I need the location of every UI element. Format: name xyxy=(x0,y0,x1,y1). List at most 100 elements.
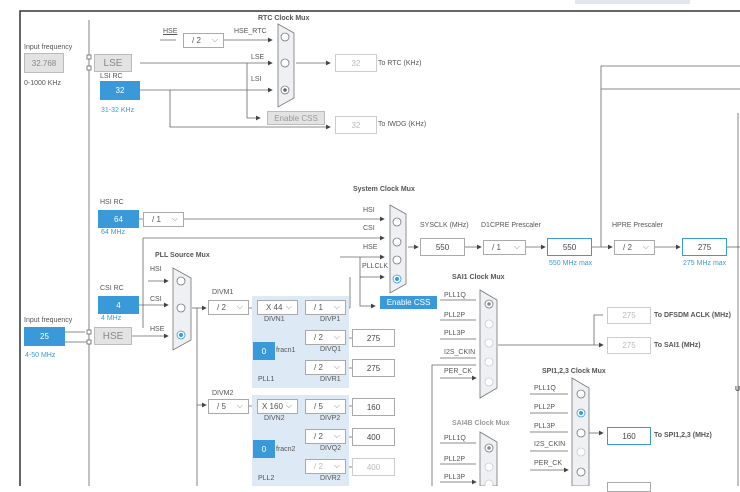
sai1-output-value: 275 xyxy=(607,337,651,354)
fracn2-label: fracn2 xyxy=(276,446,296,453)
divr1-value: / 2 xyxy=(314,363,323,372)
spi-output-label: To SPI1,2,3 (MHz) xyxy=(654,432,712,439)
hse-source-block: HSE xyxy=(94,327,132,345)
spi-radio-i2s xyxy=(576,447,586,457)
rtc-lsi-label: LSI xyxy=(251,76,262,83)
sys-radio-hsi xyxy=(392,217,402,227)
divn1-label: DIVN1 xyxy=(264,316,285,323)
spi-input-per-ck: PER_CK xyxy=(534,460,563,467)
rtc-radio-hse xyxy=(280,32,290,42)
spi-radio-perck xyxy=(576,467,586,477)
hsi-divider-value: / 1 xyxy=(152,215,161,224)
sai4b-input-pll1q: PLL1Q xyxy=(444,435,466,442)
sai1-radio-perck xyxy=(484,377,494,387)
divp2-dropdown[interactable]: / 5 ⌵ xyxy=(305,399,346,414)
chevron-down-icon: ⌵ xyxy=(333,431,340,440)
sys-radio-csi xyxy=(392,237,402,247)
lse-input-frequency-field[interactable]: 32.768 xyxy=(24,53,64,73)
pll2-label: PLL2 xyxy=(258,475,275,482)
d1cpre-dropdown[interactable]: / 1 ⌵ xyxy=(483,240,526,255)
divn1-value: X 44 xyxy=(266,303,283,312)
divq1-value: / 2 xyxy=(314,333,323,342)
next-output-box xyxy=(607,482,651,492)
sai1-mux-title: SAI1 Clock Mux xyxy=(452,274,505,281)
divp1-label: DIVP1 xyxy=(320,316,341,323)
divr2-label: DIVR2 xyxy=(320,475,341,482)
divm1-dropdown[interactable]: / 2 ⌵ xyxy=(208,300,249,315)
hsi-divider-dropdown[interactable]: / 1 ⌵ xyxy=(143,212,184,227)
divp1-value: / 1 xyxy=(314,303,323,312)
hse-input-frequency-field[interactable]: 25 xyxy=(24,327,65,346)
csi-range: 4 MHz xyxy=(101,315,122,322)
sys-mux-input-hse: HSE xyxy=(363,244,378,251)
chevron-down-icon: ⌵ xyxy=(333,461,340,470)
sai1-input-i2s-ckin: I2S_CKIN xyxy=(444,349,476,356)
divp2-value: / 5 xyxy=(314,402,323,411)
divr2-dropdown[interactable]: / 2 ⌵ xyxy=(305,459,346,474)
divr1-dropdown[interactable]: / 2 ⌵ xyxy=(305,360,346,375)
sysclk-value: 550 xyxy=(420,238,465,256)
hpre-dropdown[interactable]: / 2 ⌵ xyxy=(614,240,655,255)
chevron-down-icon: ⌵ xyxy=(211,35,218,44)
dfsdm-output-value: 275 xyxy=(607,307,651,324)
rtc-enable-css-button[interactable]: Enable CSS xyxy=(267,111,325,125)
divn1-dropdown[interactable]: X 44 ⌵ xyxy=(257,300,298,315)
d1cpre-output[interactable]: 550 xyxy=(547,238,592,256)
divp1-dropdown[interactable]: / 1 ⌵ xyxy=(305,300,346,315)
spi-radio-pll3p xyxy=(576,428,586,438)
spi-input-i2s-ckin: I2S_CKIN xyxy=(534,441,566,448)
dfsdm-output-label: To DFSDM ACLK (MHz) xyxy=(654,312,731,319)
rtc-radio-lse xyxy=(280,58,290,68)
system-mux-title: System Clock Mux xyxy=(353,186,415,193)
pll2-r-output: 400 xyxy=(352,458,395,476)
fracn1-field[interactable]: 0 xyxy=(253,342,275,360)
chevron-down-icon: ⌵ xyxy=(333,362,340,371)
hse-input-frequency-label: Input frequency xyxy=(24,317,73,324)
rtc-hse-label: HSE xyxy=(163,28,178,35)
sai1-radio-pll3p xyxy=(484,338,494,348)
pll1-label: PLL1 xyxy=(258,376,275,383)
sai1-output-label: To SAI1 (MHz) xyxy=(654,342,701,349)
divq2-label: DIVQ2 xyxy=(320,445,342,452)
hse-rtc-label: HSE_RTC xyxy=(234,28,267,35)
enable-css-button[interactable]: Enable CSS xyxy=(380,296,437,309)
rtc-hse-divider-dropdown[interactable]: / 2 ⌵ xyxy=(183,33,224,48)
divq1-label: DIVQ1 xyxy=(320,346,342,353)
spi-input-pll3p: PLL3P xyxy=(534,423,556,430)
fracn2-field[interactable]: 0 xyxy=(253,440,275,458)
divn2-dropdown[interactable]: X 160 ⌵ xyxy=(257,399,298,414)
pll-mux-input-csi: CSI xyxy=(150,296,162,303)
fracn1-label: fracn1 xyxy=(276,347,296,354)
sysclk-label: SYSCLK (MHz) xyxy=(420,222,469,229)
csi-value: 4 xyxy=(98,296,139,314)
chevron-down-icon: ⌵ xyxy=(642,242,649,251)
hpre-value: / 2 xyxy=(623,243,632,252)
divq2-value: / 2 xyxy=(314,432,323,441)
sai1-input-pll1q: PLL1Q xyxy=(444,292,466,299)
lsi-label: LSI RC xyxy=(100,73,123,80)
chevron-down-icon: ⌵ xyxy=(333,332,340,341)
chevron-down-icon: ⌵ xyxy=(333,302,340,311)
chevron-down-icon: ⌵ xyxy=(333,401,340,410)
d1cpre-max: 550 MHz max xyxy=(549,260,593,267)
chevron-down-icon: ⌵ xyxy=(236,401,243,410)
sys-radio-hse xyxy=(392,255,402,265)
sai1-input-pll3p: PLL3P xyxy=(444,330,466,337)
spi-mux-title: SPI1,2,3 Clock Mux xyxy=(542,368,606,375)
spi-output-value[interactable]: 160 xyxy=(607,427,651,445)
sai4b-input-pll2p: PLL2P xyxy=(444,456,466,463)
rtc-output-label: To RTC (KHz) xyxy=(378,60,422,67)
sys-mux-input-pllclk: PLLCLK xyxy=(362,263,389,270)
divq2-dropdown[interactable]: / 2 ⌵ xyxy=(305,429,346,444)
sys-mux-input-csi: CSI xyxy=(363,225,375,232)
pll2-p-output: 160 xyxy=(352,398,395,416)
lsi-value: 32 xyxy=(100,81,140,100)
pll-radio-hsi xyxy=(176,276,186,286)
divm2-dropdown[interactable]: / 5 ⌵ xyxy=(208,399,249,414)
hpre-output[interactable]: 275 xyxy=(682,238,727,256)
partial-label: U xyxy=(735,386,740,393)
rtc-lse-label: LSE xyxy=(251,54,265,61)
divq1-dropdown[interactable]: / 2 ⌵ xyxy=(305,330,346,345)
sai1-radio-pll2p xyxy=(484,319,494,329)
divr2-value: / 2 xyxy=(314,462,323,471)
